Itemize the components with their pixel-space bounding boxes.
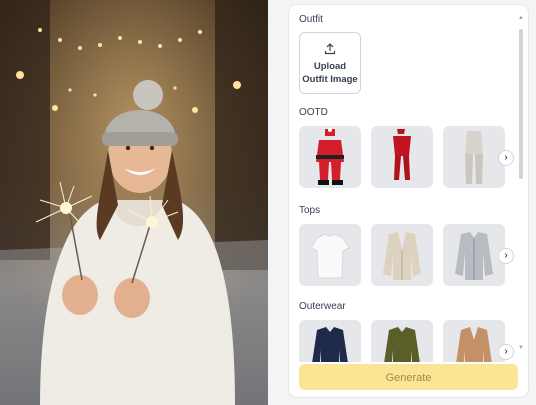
ootd-section-title: OOTD: [299, 107, 328, 118]
gray-shirt-image: [455, 232, 493, 280]
options-scroll-area[interactable]: Outfit Upload Outfit Image OOTD › Tops ›…: [289, 5, 528, 362]
generate-button[interactable]: Generate: [299, 364, 518, 390]
tops-row: ›: [299, 224, 519, 288]
outfit-panel: Outfit Upload Outfit Image OOTD › Tops ›…: [289, 5, 528, 397]
panel-scrollbar[interactable]: ▲ ▼: [518, 15, 524, 355]
ootd-row: ›: [299, 126, 519, 190]
tops-item-gray-shirt[interactable]: [443, 224, 505, 286]
outerwear-section-title: Outerwear: [299, 301, 346, 312]
outerwear-next-arrow-icon[interactable]: ›: [498, 344, 514, 360]
tops-item-white-tshirt[interactable]: [299, 224, 361, 286]
red-outfit-image: [393, 129, 419, 182]
white-tshirt-image: [310, 233, 350, 279]
navy-jacket-image: [312, 327, 348, 362]
beige-cardigan-image: [383, 232, 421, 280]
tops-item-beige-cardigan[interactable]: [371, 224, 433, 286]
gray-lounge-image: [465, 131, 483, 184]
woman-with-sparklers-photo: [0, 0, 268, 405]
upload-icon: [324, 42, 336, 60]
tops-section-title: Tops: [299, 205, 321, 216]
outfit-section-title: Outfit: [299, 14, 323, 25]
outerwear-row: ›: [299, 320, 519, 362]
upload-outfit-button[interactable]: Upload Outfit Image: [299, 32, 361, 94]
outerwear-item-navy-jacket[interactable]: [299, 320, 361, 362]
olive-jacket-image: [384, 327, 420, 362]
santa-suit-image: [316, 128, 344, 185]
scrollbar-thumb[interactable]: [519, 29, 523, 179]
preview-photo: [0, 0, 268, 405]
scroll-down-icon[interactable]: ▼: [518, 345, 524, 351]
camel-blazer-image: [456, 327, 492, 362]
upload-label-line1: Upload: [313, 61, 347, 72]
ootd-next-arrow-icon[interactable]: ›: [498, 150, 514, 166]
ootd-item-red-dress[interactable]: [371, 126, 433, 188]
scroll-up-icon[interactable]: ▲: [518, 15, 524, 21]
tops-next-arrow-icon[interactable]: ›: [498, 248, 514, 264]
ootd-item-santa-suit[interactable]: [299, 126, 361, 188]
upload-label-line2: Outfit Image: [302, 74, 358, 85]
outerwear-item-olive-jacket[interactable]: [371, 320, 433, 362]
ootd-item-gray-set[interactable]: [443, 126, 505, 188]
outerwear-item-camel-blazer[interactable]: [443, 320, 505, 362]
